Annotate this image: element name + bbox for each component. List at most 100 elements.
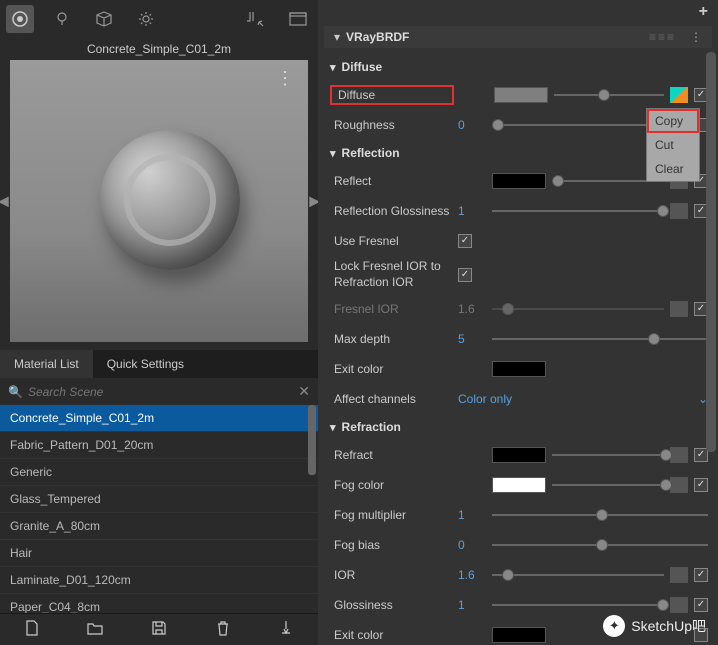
refract-map-button[interactable] — [670, 447, 688, 463]
refl-gloss-map-button[interactable] — [670, 203, 688, 219]
refl-gloss-value[interactable]: 1 — [458, 204, 486, 218]
chevron-down-icon: ▾ — [330, 61, 336, 74]
preview-sphere — [100, 130, 240, 270]
material-list: Concrete_Simple_C01_2m Fabric_Pattern_D0… — [0, 405, 318, 613]
fog-color-label: Fog color — [328, 478, 452, 492]
list-item[interactable]: Glass_Tempered — [0, 486, 318, 513]
affect-channels-value[interactable]: Color only — [458, 392, 528, 406]
refr-exit-label: Exit color — [328, 628, 452, 642]
refr-ior-slider[interactable] — [492, 568, 664, 582]
fog-mult-value[interactable]: 1 — [458, 508, 486, 522]
max-depth-value[interactable]: 5 — [458, 332, 486, 346]
fog-slider[interactable] — [552, 478, 664, 492]
refract-slider[interactable] — [552, 448, 664, 462]
max-depth-slider[interactable] — [492, 332, 708, 346]
save-icon[interactable] — [150, 621, 168, 638]
refr-ior-value[interactable]: 1.6 — [458, 568, 486, 582]
refr-exit-color-swatch[interactable] — [492, 627, 546, 643]
list-item[interactable]: Hair — [0, 540, 318, 567]
fog-mult-slider[interactable] — [492, 508, 708, 522]
refract-color-swatch[interactable] — [492, 447, 546, 463]
context-clear[interactable]: Clear — [647, 157, 699, 181]
list-item[interactable]: Granite_A_80cm — [0, 513, 318, 540]
settings-icon[interactable] — [132, 5, 160, 33]
refr-gloss-slider[interactable] — [492, 598, 664, 612]
diffuse-color-swatch[interactable] — [494, 87, 548, 103]
roughness-value[interactable]: 0 — [458, 118, 486, 132]
refract-label: Refract — [328, 448, 452, 462]
add-layer-icon[interactable]: + — [699, 3, 708, 21]
section-diffuse[interactable]: ▾Diffuse — [328, 54, 708, 80]
geometry-icon[interactable] — [90, 5, 118, 33]
context-cut[interactable]: Cut — [647, 133, 699, 157]
bottom-toolbar — [0, 613, 318, 645]
watermark: ✦ SketchUp吧 — [603, 615, 706, 637]
refr-gloss-label: Glossiness — [328, 598, 452, 612]
use-fresnel-checkbox[interactable] — [458, 234, 472, 248]
reflect-color-swatch[interactable] — [492, 173, 546, 189]
wechat-icon: ✦ — [603, 615, 625, 637]
fog-map-button[interactable] — [670, 477, 688, 493]
fog-bias-value[interactable]: 0 — [458, 538, 486, 552]
list-item[interactable]: Generic — [0, 459, 318, 486]
chevron-down-icon[interactable]: ▾ — [334, 30, 340, 44]
right-scrollbar[interactable] — [706, 52, 716, 643]
preview-prev-icon[interactable]: ◀ — [0, 193, 9, 210]
tab-material-list[interactable]: Material List — [0, 350, 93, 378]
refl-gloss-label: Reflection Glossiness — [328, 204, 452, 218]
list-item[interactable]: Laminate_D01_120cm — [0, 567, 318, 594]
chevron-down-icon: ▾ — [330, 147, 336, 160]
refl-exit-color-swatch[interactable] — [492, 361, 546, 377]
diffuse-slider[interactable] — [554, 88, 664, 102]
search-icon: 🔍 — [8, 385, 23, 399]
list-item[interactable]: Concrete_Simple_C01_2m — [0, 405, 318, 432]
fog-bias-slider[interactable] — [492, 538, 708, 552]
preview-menu-icon[interactable]: ⋮ — [276, 68, 294, 89]
fresnel-ior-map-button[interactable] — [670, 301, 688, 317]
affect-channels-label: Affect channels — [328, 392, 452, 406]
refl-exit-label: Exit color — [328, 362, 452, 376]
list-item[interactable]: Paper_C04_8cm — [0, 594, 318, 613]
fresnel-ior-slider — [492, 302, 664, 316]
fresnel-ior-label: Fresnel IOR — [328, 302, 452, 316]
lock-ior-label: Lock Fresnel IOR to Refraction IOR — [328, 259, 452, 290]
left-tabs: Material List Quick Settings — [0, 350, 318, 378]
section-refraction[interactable]: ▾Refraction — [328, 414, 708, 440]
search-input[interactable] — [28, 385, 298, 399]
render-icon[interactable] — [284, 5, 312, 33]
context-copy[interactable]: Copy — [647, 109, 699, 133]
chevron-down-icon: ▾ — [330, 421, 336, 434]
purge-icon[interactable] — [277, 620, 295, 639]
roughness-label: Roughness — [328, 118, 452, 132]
lock-ior-checkbox[interactable] — [458, 268, 472, 282]
refl-gloss-slider[interactable] — [492, 204, 664, 218]
open-icon[interactable] — [86, 621, 104, 638]
materials-icon[interactable] — [6, 5, 34, 33]
tab-quick-settings[interactable]: Quick Settings — [93, 350, 198, 378]
diffuse-map-button[interactable] — [670, 87, 688, 103]
fog-mult-label: Fog multiplier — [328, 508, 452, 522]
search-clear-icon[interactable]: ✕ — [298, 383, 310, 400]
max-depth-label: Max depth — [328, 332, 452, 346]
brdf-header[interactable]: ▾ VRayBRDF ≡≡≡ ⋮ — [324, 26, 712, 48]
list-item[interactable]: Fabric_Pattern_D01_20cm — [0, 432, 318, 459]
delete-icon[interactable] — [214, 620, 232, 639]
render-interactive-icon[interactable] — [242, 5, 270, 33]
refr-gloss-value[interactable]: 1 — [458, 598, 486, 612]
light-icon[interactable] — [48, 5, 76, 33]
preview-title: Concrete_Simple_C01_2m — [0, 38, 318, 60]
fog-color-swatch[interactable] — [492, 477, 546, 493]
refr-ior-label: IOR — [328, 568, 452, 582]
new-icon[interactable] — [23, 620, 41, 639]
list-scrollbar[interactable] — [308, 405, 316, 613]
roughness-slider[interactable] — [492, 118, 664, 132]
brdf-menu-icon[interactable]: ⋮ — [690, 30, 702, 44]
refr-ior-map-button[interactable] — [670, 567, 688, 583]
brdf-title: VRayBRDF — [346, 30, 409, 44]
context-menu: Copy Cut Clear — [646, 108, 700, 182]
reflect-label: Reflect — [328, 174, 452, 188]
left-toolbar — [0, 0, 318, 38]
refr-gloss-map-button[interactable] — [670, 597, 688, 613]
drag-handle-icon[interactable]: ≡≡≡ — [649, 30, 676, 44]
diffuse-label: Diffuse — [330, 85, 454, 105]
